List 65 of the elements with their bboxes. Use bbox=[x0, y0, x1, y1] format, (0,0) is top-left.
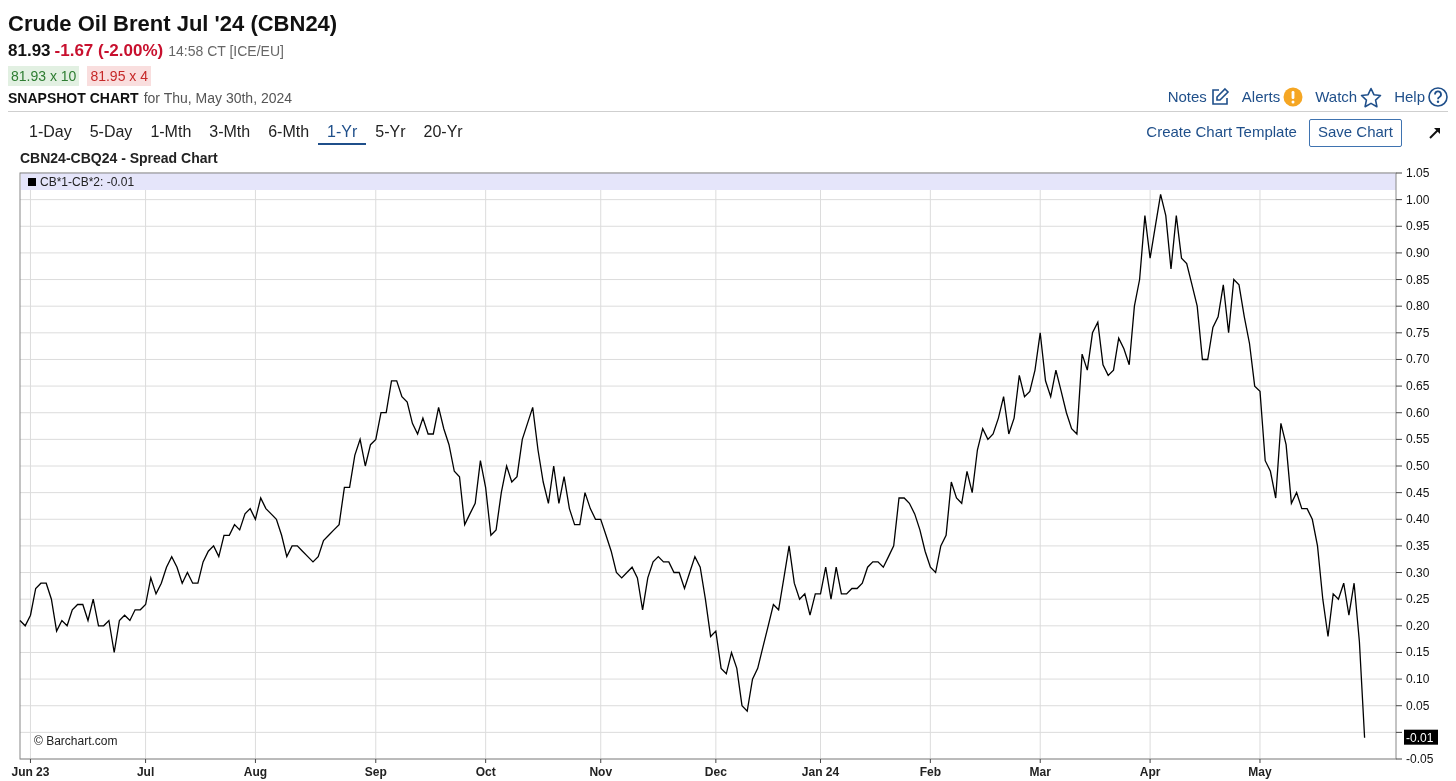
y-axis-label: 0.25 bbox=[1406, 592, 1430, 607]
y-axis-label: 0.10 bbox=[1406, 672, 1430, 687]
star-icon bbox=[1360, 86, 1383, 108]
expand-icon[interactable] bbox=[1428, 125, 1442, 140]
y-axis-label: 1.05 bbox=[1406, 166, 1430, 180]
snapshot-date: for Thu, May 30th, 2024 bbox=[143, 89, 293, 108]
y-axis-label: 0.30 bbox=[1406, 565, 1430, 580]
x-axis-label: Dec bbox=[704, 765, 727, 779]
instrument-title: Crude Oil Brent Jul '24 (CBN24) bbox=[8, 10, 338, 38]
y-axis-label: 0.55 bbox=[1406, 432, 1430, 447]
range-tab[interactable]: 20-Yr bbox=[414, 120, 472, 145]
x-axis-label: Mar bbox=[1029, 765, 1051, 779]
y-axis-label: 0.60 bbox=[1406, 405, 1430, 420]
alerts-link[interactable]: Alerts bbox=[1241, 86, 1304, 108]
notes-link[interactable]: Notes bbox=[1167, 86, 1230, 108]
y-axis-label: -0.05 bbox=[1406, 752, 1434, 766]
y-axis-label: 1.00 bbox=[1406, 192, 1430, 207]
help-link[interactable]: Help bbox=[1394, 86, 1448, 108]
notes-icon bbox=[1209, 87, 1230, 107]
y-axis-label: 0.65 bbox=[1406, 379, 1430, 394]
x-axis-label: Feb bbox=[919, 765, 942, 779]
range-tab[interactable]: 5-Day bbox=[80, 120, 142, 145]
x-axis-label: Aug bbox=[243, 765, 268, 779]
y-axis-label: 0.20 bbox=[1406, 618, 1430, 633]
range-tab[interactable]: 3-Mth bbox=[200, 120, 260, 145]
last-price: 81.93 bbox=[8, 40, 51, 62]
y-axis-label: 0.80 bbox=[1406, 299, 1430, 314]
y-axis-label: 0.50 bbox=[1406, 459, 1430, 473]
alert-icon bbox=[1283, 87, 1304, 107]
x-axis-label: Nov bbox=[589, 765, 613, 779]
save-chart-button[interactable]: Save Chart bbox=[1308, 118, 1402, 147]
x-axis-label: Jun 23 bbox=[11, 765, 50, 779]
range-tab[interactable]: 6-Mth bbox=[259, 120, 319, 145]
y-axis-label: 0.95 bbox=[1406, 219, 1430, 234]
copyright-text: © Barchart.com bbox=[34, 734, 118, 748]
last-value-label: -0.01 bbox=[1404, 729, 1438, 745]
y-axis-label: 0.75 bbox=[1406, 325, 1430, 340]
x-axis-label: Apr bbox=[1139, 765, 1161, 779]
price-change: -1.67 (-2.00%) bbox=[54, 40, 164, 62]
help-icon bbox=[1428, 87, 1448, 107]
range-tab[interactable]: 1-Mth bbox=[141, 120, 201, 145]
x-axis-label: Sep bbox=[364, 765, 387, 779]
quote-time: 14:58 CT [ICE/EU] bbox=[168, 42, 284, 61]
create-chart-template-link[interactable]: Create Chart Template bbox=[1146, 121, 1297, 144]
x-axis-label: Jul bbox=[136, 765, 155, 779]
y-axis-label: 0.70 bbox=[1406, 352, 1430, 367]
chart-title: CBN24-CBQ24 - Spread Chart bbox=[20, 149, 218, 167]
watch-link[interactable]: Watch bbox=[1315, 86, 1383, 108]
bid-quote: 81.93 x 10 bbox=[8, 66, 80, 86]
y-axis-label: 0.90 bbox=[1406, 245, 1430, 260]
x-axis-label: Oct bbox=[475, 765, 496, 779]
y-axis-label: 0.85 bbox=[1406, 272, 1430, 287]
y-axis-label: 0.45 bbox=[1406, 485, 1430, 500]
snapshot-label: SNAPSHOT CHART bbox=[8, 89, 139, 108]
range-tab[interactable]: 1-Yr bbox=[318, 120, 367, 145]
x-axis-label: May bbox=[1248, 765, 1272, 779]
range-tab[interactable]: 5-Yr bbox=[366, 120, 415, 145]
y-axis-label: 0.15 bbox=[1406, 645, 1430, 660]
range-tab[interactable]: 1-Day bbox=[20, 120, 81, 145]
legend-value: : -0.01 bbox=[100, 175, 135, 189]
y-axis-label: 0.05 bbox=[1406, 698, 1430, 713]
ask-quote: 81.95 x 4 bbox=[87, 66, 151, 86]
y-axis-label: 0.35 bbox=[1406, 538, 1430, 553]
y-axis-label: 0.40 bbox=[1406, 512, 1430, 527]
x-axis-label: Jan 24 bbox=[801, 765, 840, 779]
